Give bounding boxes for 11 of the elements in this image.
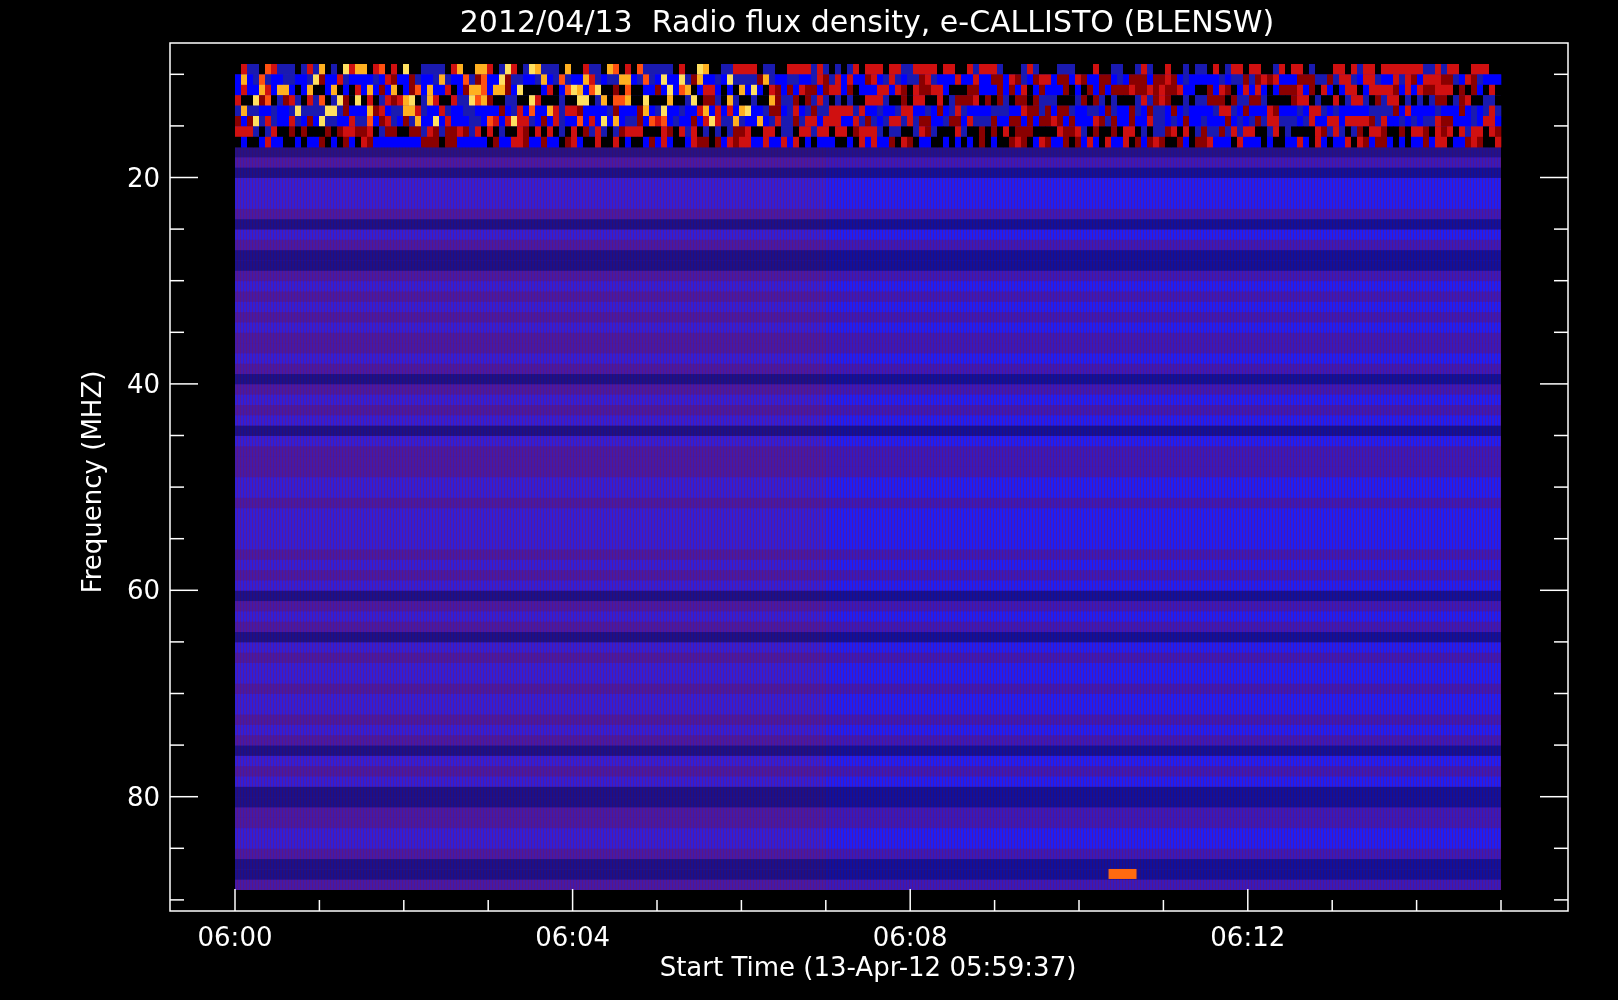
y-tick-label: 20 (126, 162, 160, 193)
x-tick-label: 06:08 (872, 922, 948, 952)
y-tick-label: 40 (126, 368, 160, 399)
y-tick-label: 60 (126, 575, 160, 606)
chart-title: 2012/04/13 Radio flux density, e-CALLISTO (BLENSW) (459, 4, 1275, 39)
y-axis-label: Frequency (MHZ) (77, 370, 107, 594)
x-axis-label: Start Time (13-Apr-12 05:59:37) (659, 952, 1077, 982)
x-tick-label: 06:12 (1210, 922, 1286, 952)
x-tick-label: 06:04 (535, 922, 611, 952)
y-tick-label: 80 (126, 781, 160, 812)
x-tick-label: 06:00 (197, 922, 273, 952)
